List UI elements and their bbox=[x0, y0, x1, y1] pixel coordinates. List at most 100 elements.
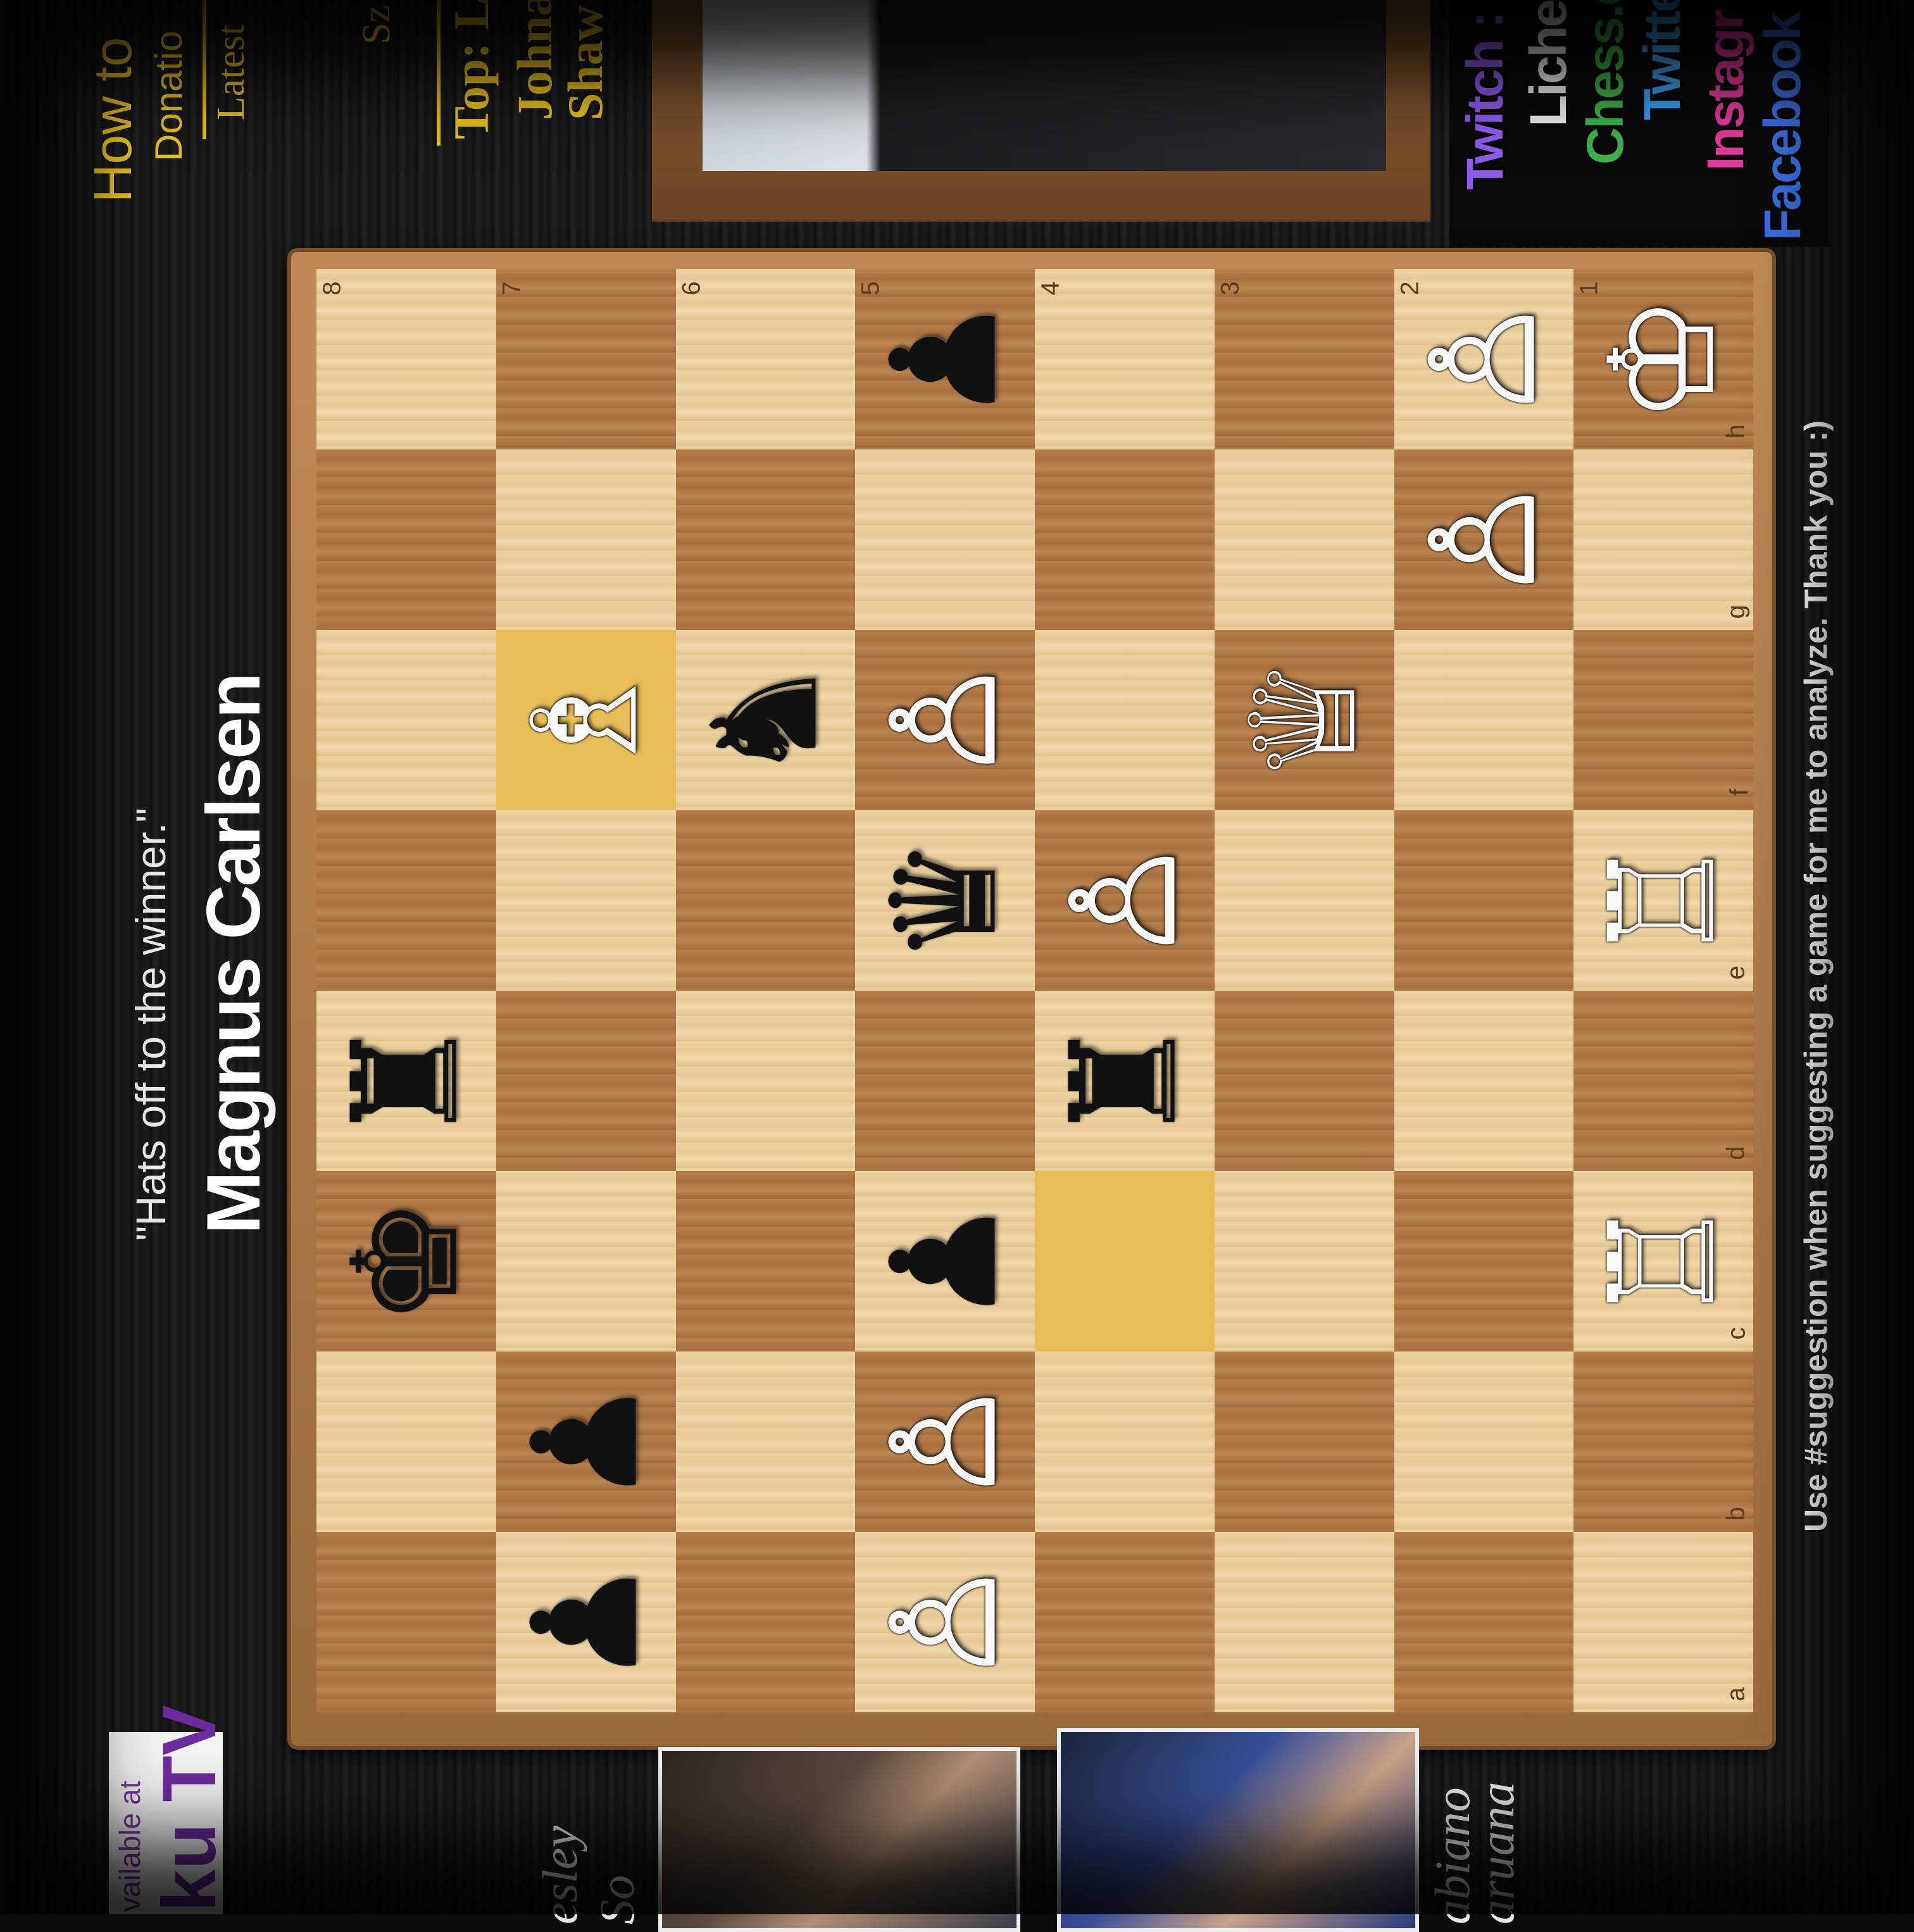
square-b3[interactable] bbox=[1214, 1352, 1394, 1532]
square-a3[interactable] bbox=[1214, 1532, 1394, 1712]
piece-e4[interactable]: ♙ bbox=[1034, 811, 1215, 991]
square-a4[interactable] bbox=[1035, 1532, 1215, 1712]
square-h3[interactable]: 3 bbox=[1214, 269, 1394, 449]
square-b7[interactable]: ♟ bbox=[496, 1352, 676, 1532]
square-h4[interactable]: 4 bbox=[1035, 269, 1215, 449]
rank-label-7: 7 bbox=[497, 281, 526, 296]
square-d8[interactable]: ♜ bbox=[316, 991, 496, 1171]
square-a1[interactable]: a bbox=[1573, 1532, 1753, 1712]
square-f7[interactable]: ♗ bbox=[496, 630, 676, 810]
piece-g2[interactable]: ♙ bbox=[1394, 450, 1574, 630]
suggestion-caption: Use #suggestion when suggesting a game f… bbox=[1798, 420, 1834, 1532]
square-h2[interactable]: ♙ 2 bbox=[1394, 269, 1574, 449]
piece-b7[interactable]: ♟ bbox=[496, 1352, 676, 1532]
square-f6[interactable]: ♞ bbox=[675, 630, 856, 810]
piece-c1[interactable]: ♖ bbox=[1573, 1172, 1754, 1352]
piece-f6[interactable]: ♞ bbox=[675, 630, 856, 810]
rank-label-4: 4 bbox=[1036, 281, 1065, 296]
square-a7[interactable]: ♟ bbox=[496, 1532, 676, 1712]
square-b8[interactable] bbox=[316, 1352, 496, 1532]
piece-a7[interactable]: ♟ bbox=[496, 1533, 676, 1712]
square-e5[interactable]: ♛ bbox=[855, 810, 1035, 991]
square-g4[interactable] bbox=[1035, 449, 1215, 630]
social-instagram: Instagr bbox=[1697, 11, 1754, 171]
square-g8[interactable] bbox=[316, 449, 496, 630]
square-d2[interactable] bbox=[1394, 991, 1574, 1171]
square-g5[interactable] bbox=[855, 449, 1035, 630]
square-h1[interactable]: ♔ 1 h bbox=[1573, 269, 1753, 449]
square-c6[interactable] bbox=[675, 1171, 856, 1352]
square-c4[interactable] bbox=[1035, 1171, 1215, 1352]
square-e6[interactable] bbox=[675, 810, 856, 991]
square-d1[interactable]: d bbox=[1573, 991, 1753, 1171]
square-f8[interactable] bbox=[316, 630, 496, 810]
square-f1[interactable]: f bbox=[1573, 630, 1753, 810]
square-h6[interactable]: 6 bbox=[675, 269, 856, 449]
square-c5[interactable]: ♟ bbox=[855, 1171, 1035, 1352]
piece-f3[interactable]: ♕ bbox=[1214, 630, 1394, 810]
square-d6[interactable] bbox=[675, 991, 856, 1171]
top-panel-line-1: How to bbox=[83, 37, 142, 203]
square-e2[interactable] bbox=[1394, 810, 1574, 991]
piece-c8[interactable]: ♚ bbox=[316, 1172, 496, 1352]
piece-f5[interactable]: ♙ bbox=[855, 630, 1035, 810]
piece-e5[interactable]: ♛ bbox=[855, 811, 1035, 991]
square-c2[interactable] bbox=[1394, 1171, 1574, 1352]
piece-d4[interactable]: ♜ bbox=[1034, 991, 1215, 1171]
rank-label-3: 3 bbox=[1216, 281, 1244, 296]
piece-b5[interactable]: ♙ bbox=[855, 1352, 1035, 1532]
square-f2[interactable] bbox=[1394, 630, 1574, 810]
square-e7[interactable] bbox=[496, 810, 676, 991]
piece-d8[interactable]: ♜ bbox=[316, 991, 496, 1171]
square-g7[interactable] bbox=[496, 449, 676, 630]
square-c7[interactable] bbox=[496, 1171, 676, 1352]
square-a6[interactable] bbox=[675, 1532, 856, 1712]
piece-a5[interactable]: ♙ bbox=[855, 1533, 1035, 1712]
square-c8[interactable]: ♚ bbox=[316, 1171, 496, 1352]
square-c3[interactable] bbox=[1214, 1171, 1394, 1352]
piece-h1[interactable]: ♔ bbox=[1573, 270, 1754, 449]
square-e4[interactable]: ♙ bbox=[1035, 810, 1215, 991]
piece-h5[interactable]: ♟ bbox=[855, 270, 1035, 449]
square-b6[interactable] bbox=[675, 1352, 856, 1532]
square-a8[interactable] bbox=[316, 1532, 496, 1712]
piece-e1[interactable]: ♖ bbox=[1573, 811, 1754, 991]
square-h7[interactable]: 7 bbox=[496, 269, 676, 449]
square-g3[interactable] bbox=[1214, 449, 1394, 630]
square-b2[interactable] bbox=[1394, 1352, 1574, 1532]
square-c1[interactable]: ♖ c bbox=[1573, 1171, 1753, 1352]
square-b4[interactable] bbox=[1035, 1352, 1215, 1532]
square-a2[interactable] bbox=[1394, 1532, 1574, 1712]
square-f5[interactable]: ♙ bbox=[855, 630, 1035, 810]
file-label-a: a bbox=[1722, 1687, 1750, 1702]
square-d4[interactable]: ♜ bbox=[1035, 991, 1215, 1171]
square-h5[interactable]: ♟ 5 bbox=[855, 269, 1035, 449]
piece-c5[interactable]: ♟ bbox=[855, 1172, 1035, 1352]
square-g6[interactable] bbox=[675, 449, 856, 630]
square-d5[interactable] bbox=[855, 991, 1035, 1171]
rank-label-8: 8 bbox=[318, 281, 346, 296]
square-f3[interactable]: ♕ bbox=[1214, 630, 1394, 810]
square-a5[interactable]: ♙ bbox=[855, 1532, 1035, 1712]
square-f4[interactable] bbox=[1035, 630, 1215, 810]
social-lichess: Liches bbox=[1520, 0, 1577, 127]
square-d7[interactable] bbox=[496, 991, 676, 1171]
square-d3[interactable] bbox=[1214, 991, 1394, 1171]
file-label-e: e bbox=[1722, 965, 1750, 980]
square-b5[interactable]: ♙ bbox=[855, 1352, 1035, 1532]
square-h8[interactable]: 8 bbox=[316, 269, 496, 449]
square-e8[interactable] bbox=[316, 810, 496, 991]
chess-board[interactable]: 8 7 6 ♟ 5 4 3 ♙ 2 ♔ 1 h ♙ g ♗ ♞ ♙ ♕ f ♛ ♙ ♖ e ♜ ♜ d ♚ ♟ ♖ c ♟ ♙ b ♟ ♙ a bbox=[316, 269, 1753, 1712]
square-e3[interactable] bbox=[1214, 810, 1394, 991]
quote-text: "Hats off to the winner." bbox=[127, 807, 174, 1241]
player-photo-so bbox=[658, 1747, 1020, 1932]
square-e1[interactable]: ♖ e bbox=[1573, 810, 1753, 991]
piece-f7[interactable]: ♗ bbox=[496, 630, 676, 810]
roku-available-text: vailable at bbox=[113, 1780, 146, 1912]
winner-name: Magnus Carlsen bbox=[191, 674, 276, 1234]
piece-h2[interactable]: ♙ bbox=[1394, 270, 1574, 449]
square-b1[interactable]: b bbox=[1573, 1352, 1753, 1532]
square-g1[interactable]: g bbox=[1573, 449, 1753, 630]
rank-label-1: 1 bbox=[1575, 281, 1603, 296]
square-g2[interactable]: ♙ bbox=[1394, 449, 1574, 630]
